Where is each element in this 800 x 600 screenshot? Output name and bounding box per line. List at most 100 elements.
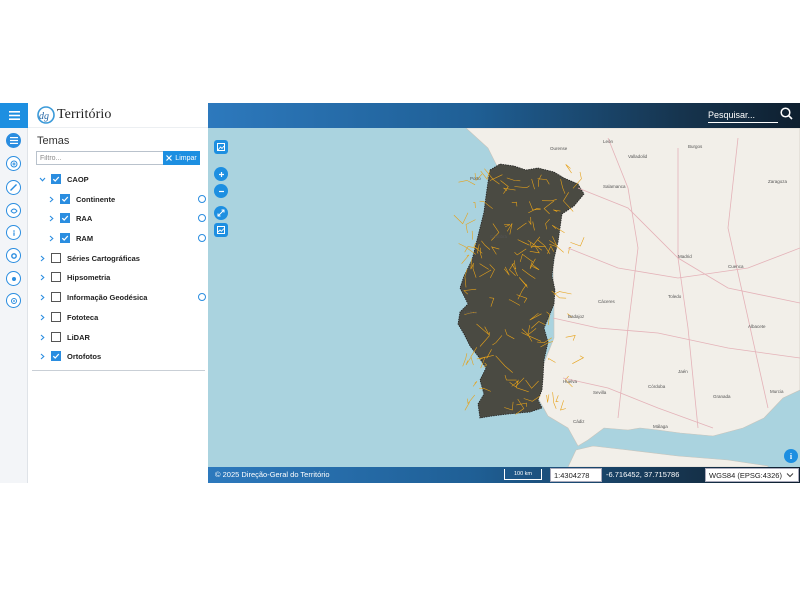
- plus-icon: [218, 171, 224, 177]
- logo-text: Território: [57, 107, 112, 122]
- place-label: Valladolid: [628, 154, 648, 159]
- dgt-logo-icon: dg: [37, 106, 55, 124]
- copyright-text: © 2025 Direção-Geral do Território: [215, 470, 330, 479]
- draw-button[interactable]: [6, 203, 21, 218]
- basemap-toggle-button[interactable]: [214, 140, 228, 154]
- layer-checkbox[interactable]: [51, 253, 61, 263]
- zoom-out-button[interactable]: [214, 184, 228, 198]
- place-label: Huelva: [563, 379, 578, 384]
- info-button[interactable]: [6, 225, 21, 240]
- attribution-info-button[interactable]: i: [784, 449, 798, 463]
- layer-settings-icon[interactable]: [198, 214, 206, 222]
- layer-row[interactable]: Ortofotos: [37, 348, 206, 364]
- measure-button[interactable]: [6, 180, 21, 195]
- layer-checkbox[interactable]: [51, 351, 61, 361]
- help-icon: [10, 297, 17, 304]
- place-label: Córdoba: [648, 384, 666, 389]
- place-label: Jaén: [678, 369, 688, 374]
- place-label: Coimbra: [490, 234, 508, 239]
- full-extent-button[interactable]: [214, 206, 228, 220]
- hamburger-icon: [8, 111, 20, 120]
- place-label: Cuenca: [728, 264, 744, 269]
- layer-checkbox[interactable]: [51, 332, 61, 342]
- chevron-down-icon[interactable]: [37, 176, 47, 183]
- place-label: Badajoz: [568, 314, 585, 319]
- close-icon: [166, 155, 173, 161]
- crs-value: WGS84 (EPSG:4326): [709, 470, 782, 480]
- chevron-right-icon[interactable]: [46, 196, 56, 203]
- layer-row[interactable]: Hipsometria: [37, 269, 206, 285]
- panel-divider: [32, 370, 205, 371]
- layer-row[interactable]: RAM: [46, 230, 206, 246]
- chevron-right-icon[interactable]: [37, 334, 47, 341]
- layer-settings-icon[interactable]: [198, 293, 206, 301]
- add-layer-icon: [10, 160, 17, 167]
- overview-map-button[interactable]: [214, 223, 228, 237]
- status-bar: © 2025 Direção-Geral do Território 100 k…: [208, 467, 800, 483]
- layer-settings-icon[interactable]: [198, 234, 206, 242]
- layer-label: Hipsometria: [67, 272, 111, 282]
- place-label: León: [603, 139, 614, 144]
- place-label: Ourense: [550, 146, 568, 151]
- search-icon[interactable]: [780, 107, 793, 120]
- search-input[interactable]: [708, 108, 778, 123]
- layer-label: Ortofotos: [67, 351, 102, 361]
- layer-checkbox[interactable]: [60, 194, 70, 204]
- layer-label: CAOP: [67, 174, 89, 184]
- chevron-right-icon[interactable]: [37, 274, 47, 281]
- layer-row[interactable]: RAA: [46, 210, 206, 226]
- scale-input[interactable]: 1:4304278: [550, 468, 602, 482]
- chevron-right-icon[interactable]: [37, 353, 47, 360]
- share-button[interactable]: [6, 271, 21, 286]
- layer-row[interactable]: Continente: [46, 191, 206, 207]
- layers-button[interactable]: [6, 133, 21, 148]
- clear-filter-label: Limpar: [175, 154, 197, 162]
- add-layer-button[interactable]: [6, 156, 21, 171]
- chevron-right-icon[interactable]: [37, 294, 47, 301]
- layers-icon: [9, 137, 18, 144]
- chevron-right-icon[interactable]: [46, 235, 56, 242]
- filter-input[interactable]: [36, 151, 164, 165]
- layer-row[interactable]: CAOP: [37, 171, 206, 187]
- layer-checkbox[interactable]: [51, 174, 61, 184]
- layer-checkbox[interactable]: [60, 213, 70, 223]
- chevron-down-icon: [786, 473, 794, 478]
- place-label: Cádiz: [573, 419, 585, 424]
- basemap[interactable]: Porto Coimbra Lisboa Faro Salamanca Madrid Các…: [208, 128, 800, 467]
- layer-label: Informação Geodésica: [67, 292, 148, 302]
- layer-checkbox[interactable]: [60, 233, 70, 243]
- help-button[interactable]: [6, 293, 21, 308]
- chevron-right-icon[interactable]: [37, 255, 47, 262]
- info-icon: [12, 229, 15, 236]
- layer-row[interactable]: LiDAR: [37, 329, 206, 345]
- chevron-right-icon[interactable]: [37, 314, 47, 321]
- map-canvas[interactable]: Porto Coimbra Lisboa Faro Salamanca Madrid Các…: [208, 128, 800, 467]
- zoom-in-button[interactable]: [214, 167, 228, 181]
- layer-label: Continente: [76, 194, 116, 204]
- coordinate-readout: -6.716452, 37.715786: [606, 470, 680, 479]
- place-label: Salamanca: [603, 184, 626, 189]
- layer-row[interactable]: Séries Cartográficas: [37, 250, 206, 266]
- layer-checkbox[interactable]: [51, 272, 61, 282]
- place-label: Burgos: [688, 144, 703, 149]
- place-label: Madrid: [678, 254, 692, 259]
- place-label: Faro: [506, 410, 516, 415]
- layer-checkbox[interactable]: [51, 292, 61, 302]
- expand-icon: [217, 209, 225, 217]
- place-label: Málaga: [653, 424, 668, 429]
- clear-filter-button[interactable]: Limpar: [163, 151, 200, 165]
- draw-icon: [9, 208, 18, 213]
- menu-toggle-button[interactable]: [0, 103, 28, 128]
- place-label: Granada: [713, 394, 731, 399]
- crs-select[interactable]: WGS84 (EPSG:4326): [705, 468, 799, 482]
- measure-icon: [10, 184, 17, 191]
- layer-checkbox[interactable]: [51, 312, 61, 322]
- layer-settings-icon[interactable]: [198, 195, 206, 203]
- place-label: Zaragoza: [768, 179, 788, 184]
- overview-map-icon: [217, 226, 225, 234]
- settings-button[interactable]: [6, 248, 21, 263]
- layer-row[interactable]: Informação Geodésica: [37, 289, 206, 305]
- minus-icon: [218, 190, 224, 192]
- chevron-right-icon[interactable]: [46, 215, 56, 222]
- layer-row[interactable]: Fototeca: [37, 309, 206, 325]
